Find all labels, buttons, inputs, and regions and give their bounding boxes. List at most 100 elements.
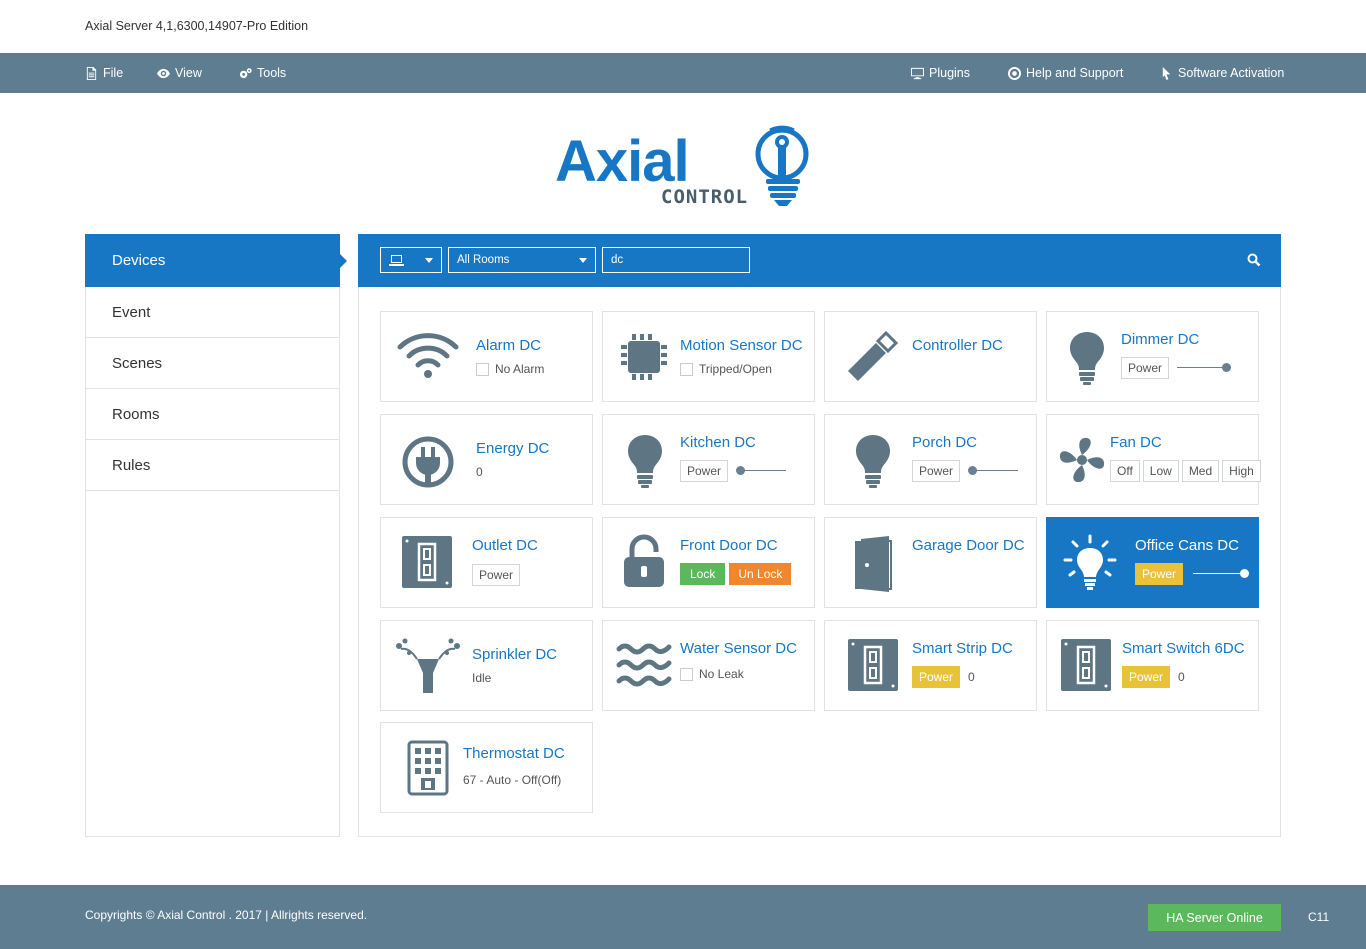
device-controls: Power 0 [912, 666, 975, 688]
dimmer-slider[interactable] [736, 466, 787, 476]
sidebar-item-event[interactable]: Event [86, 287, 339, 338]
svg-text:Axial: Axial [555, 129, 689, 194]
sidebar-item-devices[interactable]: Devices [85, 234, 347, 287]
device-card-outlet[interactable]: Outlet DC Power [380, 517, 593, 608]
device-card-porch[interactable]: Porch DC Power [824, 414, 1037, 505]
device-status: Idle [472, 671, 492, 685]
eye-icon [157, 68, 170, 78]
device-card-dimmer[interactable]: Dimmer DC Power [1046, 311, 1259, 402]
file-icon [86, 66, 97, 80]
power-button[interactable]: Power [912, 666, 961, 688]
device-card-smart-strip[interactable]: Smart Strip DC Power 0 [824, 620, 1037, 711]
copyright-text: Copyrights © Axial Control . 2017 | Allr… [85, 908, 368, 922]
footer: Copyrights © Axial Control . 2017 | Allr… [0, 885, 1366, 949]
sidebar-item-scenes[interactable]: Scenes [86, 338, 339, 389]
device-card-controller[interactable]: Controller DC [824, 311, 1037, 402]
water-waves-icon [616, 641, 672, 689]
device-name: Outlet DC [472, 537, 538, 554]
sidebar-item-rooms[interactable]: Rooms [86, 389, 339, 440]
outlet-switch-icon [401, 535, 453, 589]
lock-icon [622, 533, 666, 589]
chevron-down-icon [425, 258, 433, 263]
room-select[interactable]: All Rooms [448, 247, 596, 273]
device-card-thermostat[interactable]: Thermostat DC 67 - Auto - Off(Off) [380, 722, 593, 813]
device-card-water-sensor[interactable]: Water Sensor DC No Leak [602, 620, 815, 711]
sidebar-item-rules[interactable]: Rules [86, 440, 339, 491]
fan-med-button[interactable]: Med [1181, 460, 1220, 482]
power-button[interactable]: Power [680, 460, 729, 482]
device-card-sprinkler[interactable]: Sprinkler DC Idle [380, 620, 593, 711]
usb-stick-icon [845, 328, 901, 384]
device-name: Front Door DC [680, 537, 778, 554]
lock-controls: Lock Un Lock [680, 563, 792, 585]
server-status-badge[interactable]: HA Server Online [1148, 904, 1281, 931]
chip-icon [619, 332, 669, 382]
fan-high-button[interactable]: High [1222, 460, 1261, 482]
dimmer-slider[interactable] [968, 466, 1019, 476]
dimmer-slider[interactable] [1177, 363, 1232, 373]
device-card-garage-door[interactable]: Garage Door DC [824, 517, 1037, 608]
device-controls: Power [1121, 357, 1232, 379]
menu-bar: File View Tools Plugins Help and Support… [0, 53, 1366, 93]
device-value: 0 [1178, 670, 1185, 684]
devices-panel: All Rooms dc Alarm DC No Alarm Motion Se… [358, 234, 1281, 837]
device-name: Garage Door DC [912, 537, 1025, 554]
device-card-smart-switch[interactable]: Smart Switch 6DC Power 0 [1046, 620, 1259, 711]
outlet-switch-icon [1060, 638, 1112, 692]
device-name: Energy DC [476, 440, 550, 457]
device-card-motion-sensor[interactable]: Motion Sensor DC Tripped/Open [602, 311, 815, 402]
device-card-front-door[interactable]: Front Door DC Lock Un Lock [602, 517, 815, 608]
device-card-kitchen[interactable]: Kitchen DC Power [602, 414, 815, 505]
menu-view[interactable]: View [157, 53, 202, 93]
fan-low-button[interactable]: Low [1142, 460, 1179, 482]
sidebar: Devices Event Scenes Rooms Rules [85, 234, 347, 837]
search-input[interactable]: dc [602, 247, 750, 273]
device-name: Kitchen DC [680, 434, 756, 451]
device-card-office-cans[interactable]: Office Cans DC Power [1046, 517, 1259, 608]
thermostat-icon [407, 740, 449, 796]
device-name: Thermostat DC [463, 745, 565, 762]
power-button[interactable]: Power [1122, 666, 1171, 688]
power-button[interactable]: Power [472, 564, 521, 586]
power-button[interactable]: Power [1135, 563, 1184, 585]
search-icon[interactable] [1247, 253, 1261, 267]
menu-help[interactable]: Help and Support [1008, 53, 1123, 93]
fan-icon [1057, 435, 1107, 485]
pointer-icon [1162, 66, 1171, 80]
power-button[interactable]: Power [1121, 357, 1170, 379]
device-card-alarm[interactable]: Alarm DC No Alarm [380, 311, 593, 402]
device-status: No Leak [680, 667, 744, 681]
unlock-button[interactable]: Un Lock [729, 563, 792, 585]
filter-toolbar: All Rooms dc [358, 234, 1281, 287]
menu-plugins[interactable]: Plugins [911, 53, 970, 93]
device-card-energy[interactable]: Energy DC 0 [380, 414, 593, 505]
menu-file[interactable]: File [85, 53, 123, 93]
dimmer-slider[interactable] [1193, 569, 1250, 579]
power-button[interactable]: Power [912, 460, 961, 482]
device-name: Controller DC [912, 337, 1003, 354]
device-status: Tripped/Open [680, 362, 772, 376]
device-controls: Power [1135, 563, 1250, 585]
menu-tools[interactable]: Tools [239, 53, 286, 93]
device-name: Motion Sensor DC [680, 337, 803, 354]
device-value: 0 [968, 670, 975, 684]
fan-off-button[interactable]: Off [1110, 460, 1140, 482]
outlet-switch-icon [847, 638, 899, 692]
menu-software-activation[interactable]: Software Activation [1160, 53, 1284, 93]
lightbulb-icon [625, 433, 665, 489]
lightbulb-on-icon [1063, 534, 1117, 592]
motion-checkbox[interactable] [680, 362, 693, 376]
laptop-icon [389, 254, 404, 266]
device-status: 67 - Auto - Off(Off) [463, 773, 562, 787]
lock-button[interactable]: Lock [680, 563, 726, 585]
device-controls: Power [472, 564, 521, 586]
alarm-checkbox[interactable] [476, 362, 489, 376]
device-type-select[interactable] [380, 247, 442, 273]
leak-checkbox[interactable] [680, 667, 693, 681]
fan-speed-buttons: Off Low Med High [1110, 460, 1261, 482]
device-card-fan[interactable]: Fan DC Off Low Med High [1046, 414, 1261, 505]
device-controls: Power 0 [1122, 666, 1185, 688]
device-controls: Power [680, 460, 787, 482]
version-code: C11 [1308, 910, 1330, 924]
device-name: Water Sensor DC [680, 640, 797, 657]
